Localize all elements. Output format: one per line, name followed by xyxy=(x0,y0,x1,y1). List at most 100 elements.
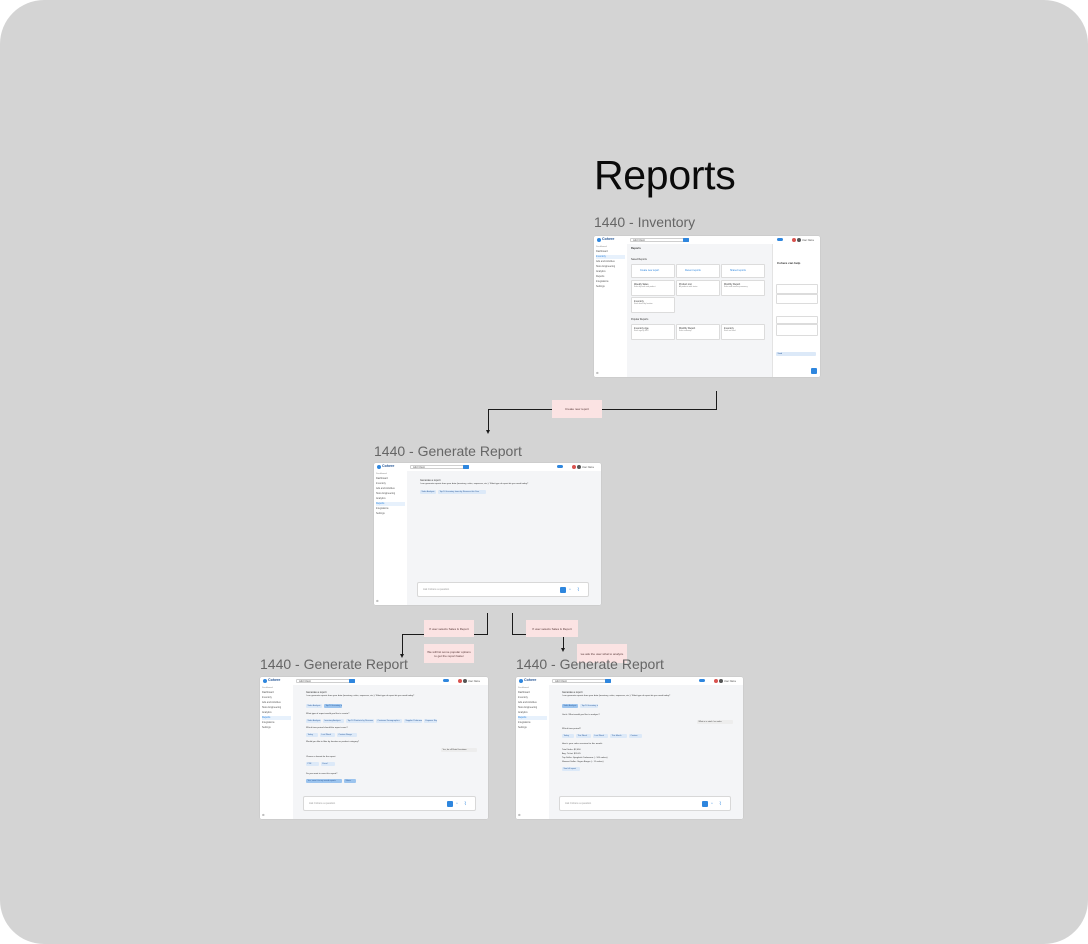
panel-suggestion[interactable] xyxy=(776,324,818,336)
notification-icon[interactable] xyxy=(792,237,796,242)
client-add-button[interactable] xyxy=(605,678,611,683)
share-chip[interactable]: Share xyxy=(344,779,356,783)
avatar[interactable] xyxy=(797,237,801,242)
sidebar-item-ads[interactable]: Ads and Activities xyxy=(262,701,291,705)
frame-generate-report-left[interactable]: Cohere Add Client User Name Dashboard Da… xyxy=(260,677,488,819)
panel-suggestion[interactable] xyxy=(776,316,818,324)
sidebar-item-integrations[interactable]: Integrations xyxy=(262,721,291,725)
sidebar-item-dashboard[interactable]: Dashboard xyxy=(376,477,405,481)
document-icon[interactable]: ▫ xyxy=(711,801,716,807)
mode-toggle[interactable] xyxy=(557,465,563,469)
period-chip[interactable]: Custom xyxy=(629,734,642,738)
report-type-chip[interactable]: Inventory Analysis xyxy=(323,719,344,723)
create-report-card[interactable]: Create new report xyxy=(631,264,675,278)
mode-toggle[interactable] xyxy=(777,238,783,242)
panel-send-button[interactable]: Send xyxy=(776,352,816,356)
document-icon[interactable]: ▫ xyxy=(569,587,574,593)
client-select[interactable]: Add Client xyxy=(630,237,684,242)
client-select[interactable]: Add Client xyxy=(552,678,606,683)
mode-toggle[interactable] xyxy=(443,679,449,683)
gear-icon[interactable]: ⚙ xyxy=(262,813,265,817)
sidebar-item-reports[interactable]: Reports xyxy=(262,716,291,720)
sidebar-item-analytics[interactable]: Analytics xyxy=(376,497,405,501)
avatar[interactable] xyxy=(719,678,723,683)
send-button[interactable] xyxy=(702,800,708,807)
sidebar-item-analytics[interactable]: Analytics xyxy=(262,711,291,715)
period-chip[interactable]: Custom Range xyxy=(337,733,357,737)
sidebar-item-dashboard[interactable]: Dashboard xyxy=(518,691,547,695)
popular-card[interactable]: Monthly Report Sales summary xyxy=(676,324,720,340)
chat-input[interactable]: Ask Cohere a question ▫ ⌇ xyxy=(303,796,476,811)
format-chip[interactable]: Excel xyxy=(321,762,335,766)
period-chip[interactable]: Today xyxy=(562,734,574,738)
notification-icon[interactable] xyxy=(458,678,462,683)
gear-icon[interactable]: ⚙ xyxy=(518,813,521,817)
panel-suggestion[interactable] xyxy=(776,284,818,294)
sidebar-item-inventory[interactable]: Inventory xyxy=(596,255,625,259)
client-select[interactable]: Add Client xyxy=(410,464,464,469)
send-button[interactable] xyxy=(447,800,453,807)
client-add-button[interactable] xyxy=(683,237,689,242)
sidebar-item-settings[interactable]: Settings xyxy=(596,285,625,289)
notification-icon[interactable] xyxy=(714,678,718,683)
saved-card[interactable]: Product List All products with status xyxy=(676,280,720,296)
sidebar-item-ads[interactable]: Ads and Activities xyxy=(596,260,625,264)
sidebar-item-reports[interactable]: Reports xyxy=(518,716,547,720)
saved-card[interactable]: Monthly Report Sales and inventory summar… xyxy=(721,280,765,296)
panel-suggestion[interactable] xyxy=(776,294,818,304)
sidebar-item-store[interactable]: Store Engineering xyxy=(262,706,291,710)
mic-icon[interactable]: ⌇ xyxy=(464,801,469,807)
sidebar-item-integrations[interactable]: Integrations xyxy=(518,721,547,725)
mode-toggle[interactable] xyxy=(699,679,705,683)
sidebar-item-store[interactable]: Store Engineering xyxy=(596,265,625,269)
sidebar-item-integrations[interactable]: Integrations xyxy=(376,507,405,511)
client-add-button[interactable] xyxy=(463,464,469,469)
suggestion-chip-selected[interactable]: Sales Analysis xyxy=(562,704,578,708)
format-chip[interactable]: PDF xyxy=(306,762,319,766)
sidebar-item-settings[interactable]: Settings xyxy=(518,726,547,730)
sidebar-item-reports[interactable]: Reports xyxy=(596,275,625,279)
chat-input[interactable]: Ask Cohere a question ▫ ⌇ xyxy=(559,796,731,811)
sidebar-item-analytics[interactable]: Analytics xyxy=(596,270,625,274)
sidebar-item-analytics[interactable]: Analytics xyxy=(518,711,547,715)
client-select[interactable]: Add Client xyxy=(296,678,350,683)
report-type-chip[interactable]: Sales Analysis xyxy=(306,719,321,723)
report-type-chip[interactable]: Top 10 Products by Revenue xyxy=(346,719,374,723)
frame-generate-report[interactable]: Cohere Add Client User Name Dashboard Da… xyxy=(374,463,601,605)
mic-icon[interactable]: ⌇ xyxy=(577,587,582,593)
sidebar-item-inventory[interactable]: Inventory xyxy=(262,696,291,700)
gear-icon[interactable]: ⚙ xyxy=(376,599,379,603)
sidebar-item-inventory[interactable]: Inventory xyxy=(376,482,405,486)
send-button[interactable] xyxy=(560,586,566,593)
saved-card[interactable]: Weekly Sales Sales by week and product xyxy=(631,280,675,296)
popular-card[interactable]: Inventory Stock on hand xyxy=(721,324,765,340)
period-chip[interactable]: Today xyxy=(306,733,318,737)
sidebar-item-dashboard[interactable]: Dashboard xyxy=(262,691,291,695)
avatar[interactable] xyxy=(463,678,467,683)
sidebar-item-integrations[interactable]: Integrations xyxy=(596,280,625,284)
report-type-chip[interactable]: Supplier Performance xyxy=(404,719,422,723)
sidebar-item-settings[interactable]: Settings xyxy=(262,726,291,730)
period-chip[interactable]: This Month xyxy=(610,734,627,738)
notification-icon[interactable] xyxy=(572,464,576,469)
avatar[interactable] xyxy=(577,464,581,469)
sidebar-item-inventory[interactable]: Inventory xyxy=(518,696,547,700)
frame-inventory[interactable]: Cohere Add Client User Name Dashboard Da… xyxy=(594,236,820,377)
suggestion-chip-selected[interactable]: Top 10 Inventory items by Revenue this Y… xyxy=(324,704,342,708)
sidebar-item-reports[interactable]: Reports xyxy=(376,502,405,506)
client-add-button[interactable] xyxy=(349,678,355,683)
save-chip[interactable]: Yes, save it to my saved reports xyxy=(306,779,342,783)
sidebar-item-store[interactable]: Store Engineering xyxy=(518,706,547,710)
report-type-chip[interactable]: Customer Demographics xyxy=(376,719,402,723)
period-chip[interactable]: Last Week xyxy=(320,733,335,737)
period-chip[interactable]: Last Week xyxy=(593,734,608,738)
gear-icon[interactable]: ⚙ xyxy=(596,371,599,375)
suggestion-chip[interactable]: Top 10 Inventory items by Revenue this Y… xyxy=(580,704,598,708)
frame-generate-report-right[interactable]: Cohere Add Client User Name Dashboard Da… xyxy=(516,677,743,819)
chat-input[interactable]: Ask Cohere a question ▫ ⌇ xyxy=(417,582,589,597)
mic-icon[interactable]: ⌇ xyxy=(719,801,724,807)
period-chip[interactable]: This Week xyxy=(576,734,591,738)
sidebar-item-settings[interactable]: Settings xyxy=(376,512,405,516)
suggestion-chip[interactable]: Top 10 Inventory items by Revenue this Y… xyxy=(438,490,486,494)
see-full-report-chip[interactable]: See full report xyxy=(562,767,580,771)
